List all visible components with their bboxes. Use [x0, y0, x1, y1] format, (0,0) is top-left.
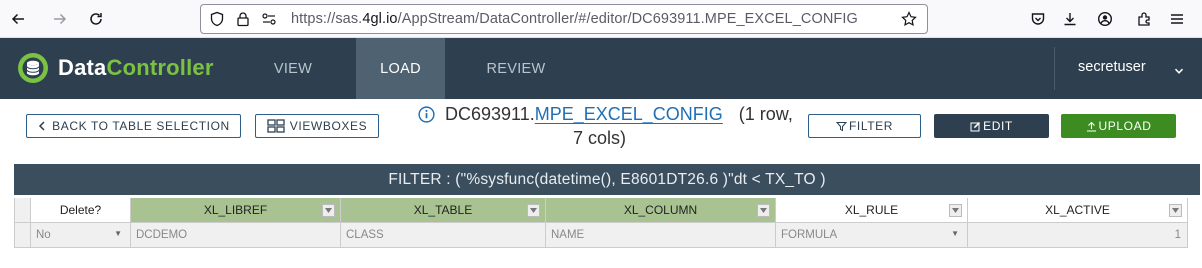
forward-arrow-icon[interactable] — [48, 7, 72, 31]
tab-review[interactable]: REVIEW — [470, 38, 562, 99]
app-header: DataController VIEW LOAD REVIEW secretus… — [0, 38, 1202, 99]
column-header-xl-table[interactable]: XL_TABLE — [341, 198, 546, 223]
pocket-icon[interactable] — [1026, 7, 1050, 31]
filter-label: FILTER — [848, 119, 894, 133]
reload-icon[interactable] — [84, 7, 108, 31]
app-logo[interactable]: DataController — [18, 53, 214, 83]
edit-button[interactable]: EDIT — [934, 114, 1049, 138]
bookmark-star-icon[interactable] — [901, 11, 917, 27]
column-header-xl-column[interactable]: XL_COLUMN — [546, 198, 776, 223]
data-grid: Delete? XL_LIBREF XL_TABLE XL_COLUMN XL_… — [14, 198, 1202, 248]
filter-icon — [835, 121, 847, 131]
caret-down-icon[interactable]: ▼ — [951, 229, 959, 238]
address-bar[interactable]: https://sas.4gl.io/AppStream/DataControl… — [200, 4, 928, 34]
column-header-xl-active[interactable]: XL_ACTIVE — [968, 198, 1188, 223]
viewboxes-button[interactable]: VIEWBOXES — [255, 114, 379, 138]
column-menu-icon[interactable] — [757, 204, 770, 217]
cell-delete[interactable]: No ▼ — [31, 223, 131, 248]
back-arrow-icon[interactable] — [6, 7, 30, 31]
col-count: 7 cols) — [573, 128, 627, 148]
edit-icon — [970, 121, 981, 131]
row-selector[interactable] — [14, 223, 31, 248]
url-text[interactable]: https://sas.4gl.io/AppStream/DataControl… — [291, 11, 858, 27]
chevron-down-icon[interactable] — [1174, 63, 1184, 81]
caret-down-icon[interactable]: ▼ — [114, 229, 122, 238]
row-count: (1 row, — [738, 104, 793, 124]
column-menu-icon[interactable] — [527, 204, 540, 217]
table-name-link[interactable]: MPE_EXCEL_CONFIG — [535, 102, 723, 126]
browser-toolbar: https://sas.4gl.io/AppStream/DataControl… — [0, 0, 1202, 38]
shield-icon[interactable] — [209, 11, 225, 27]
cell-xl-table[interactable]: CLASS — [341, 223, 546, 248]
account-icon[interactable] — [1093, 7, 1117, 31]
permissions-icon[interactable] — [261, 11, 277, 27]
column-menu-icon[interactable] — [1169, 204, 1182, 217]
edit-label: EDIT — [983, 119, 1013, 133]
chevron-left-icon — [39, 121, 45, 131]
tab-view[interactable]: VIEW — [253, 38, 333, 99]
grid-icon — [267, 119, 285, 133]
database-logo-icon — [18, 53, 48, 83]
column-header-xl-rule[interactable]: XL_RULE — [776, 198, 968, 223]
app-name: DataController — [58, 55, 214, 80]
filter-banner: FILTER : ("%sysfunc(datetime(), E8601DT2… — [14, 164, 1200, 195]
table-row[interactable]: No ▼ DCDEMO CLASS NAME FORMULA ▼ 1 — [14, 223, 1202, 248]
back-button-label: BACK TO TABLE SELECTION — [52, 119, 230, 133]
header-divider — [1054, 47, 1055, 90]
download-icon[interactable] — [1058, 7, 1082, 31]
table-title: DC693911. MPE_EXCEL_CONFIG (1 row, 7 cols) — [418, 102, 798, 150]
library-name: DC693911. — [445, 104, 535, 124]
filter-button[interactable]: FILTER — [808, 114, 921, 138]
column-menu-icon[interactable] — [322, 204, 335, 217]
column-menu-icon[interactable] — [949, 204, 962, 217]
info-icon[interactable] — [418, 105, 435, 123]
column-header-delete[interactable]: Delete? — [31, 198, 131, 223]
cell-xl-libref[interactable]: DCDEMO — [131, 223, 341, 248]
username[interactable]: secretuser — [1078, 59, 1146, 75]
column-header-xl-libref[interactable]: XL_LIBREF — [131, 198, 341, 223]
tab-load[interactable]: LOAD — [356, 38, 445, 99]
back-to-table-selection-button[interactable]: BACK TO TABLE SELECTION — [26, 114, 241, 138]
viewboxes-label: VIEWBOXES — [289, 119, 368, 133]
lock-icon[interactable] — [235, 11, 251, 27]
upload-icon — [1086, 121, 1096, 132]
upload-button[interactable]: UPLOAD — [1061, 114, 1176, 138]
row-selector-header[interactable] — [14, 198, 31, 223]
cell-xl-column[interactable]: NAME — [546, 223, 776, 248]
extensions-icon[interactable] — [1132, 7, 1156, 31]
grid-header-row: Delete? XL_LIBREF XL_TABLE XL_COLUMN XL_… — [14, 198, 1202, 223]
cell-xl-rule[interactable]: FORMULA ▼ — [776, 223, 968, 248]
upload-label: UPLOAD — [1098, 119, 1152, 133]
menu-icon[interactable] — [1165, 7, 1189, 31]
cell-xl-active[interactable]: 1 — [968, 223, 1188, 248]
